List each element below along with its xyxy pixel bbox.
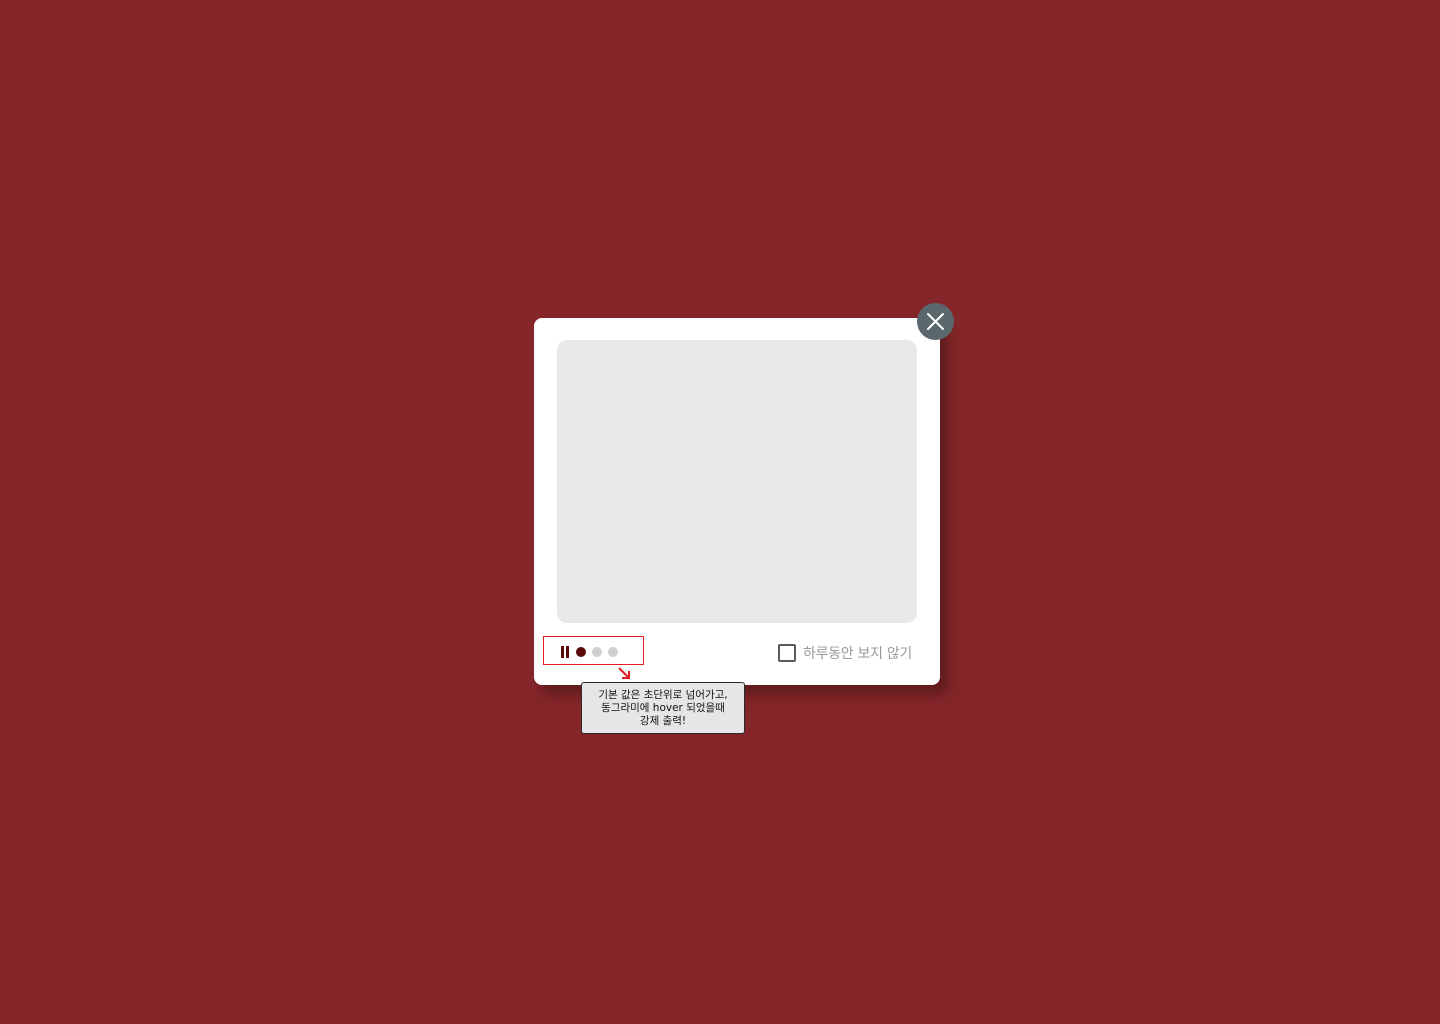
hide-today-option[interactable]: 하루동안 보지 않기 [778, 643, 912, 663]
hide-today-checkbox[interactable] [778, 644, 797, 662]
annotation-line: 기본 값은 초단위로 넘어가고, [598, 689, 728, 701]
slide-dot-3[interactable] [608, 647, 618, 657]
popup-image-placeholder[interactable] [557, 340, 917, 623]
slide-dot-1[interactable] [576, 647, 586, 657]
hide-today-label: 하루동안 보지 않기 [803, 646, 912, 662]
pause-button[interactable] [560, 646, 570, 658]
popup-modal: 하루동안 보지 않기 [534, 318, 940, 685]
slider-controls-annotation-box [543, 636, 644, 665]
slide-dot-2[interactable] [592, 647, 602, 657]
annotation-line: 동그라미에 hover 되었을때 [601, 702, 725, 714]
annotation-note: 기본 값은 초단위로 넘어가고, 동그라미에 hover 되었을때 강제 출력! [581, 682, 745, 734]
annotation-line: 강제 출력! [639, 715, 687, 727]
close-button[interactable] [917, 303, 954, 340]
pause-icon [561, 646, 564, 658]
close-icon [927, 313, 944, 330]
